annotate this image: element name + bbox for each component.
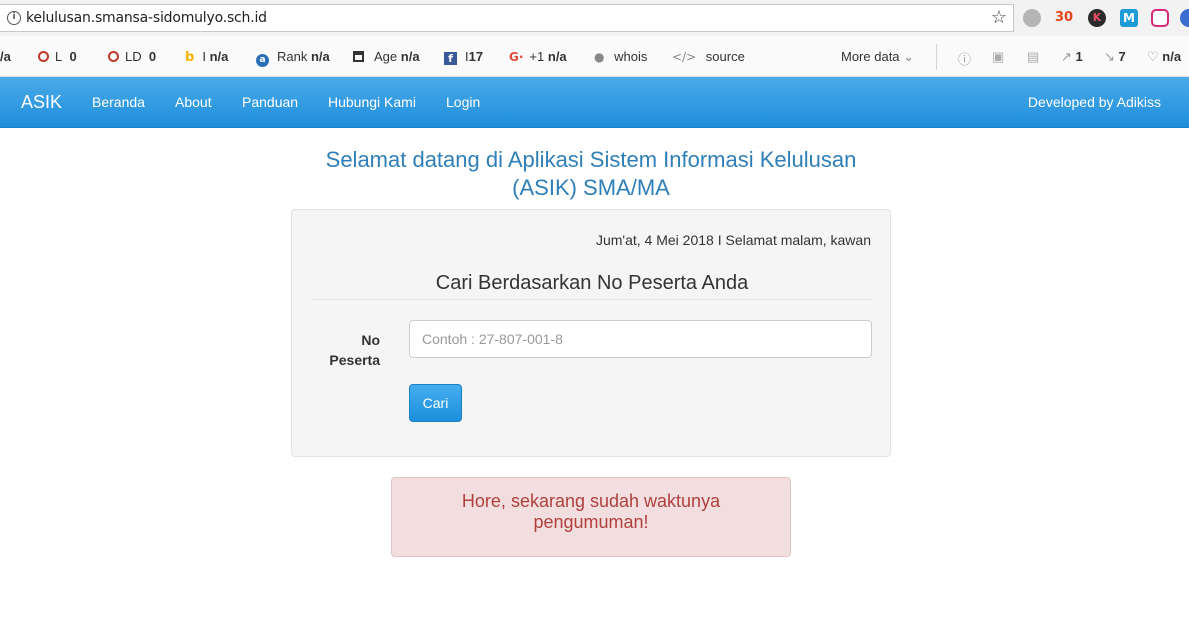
- nav-hubungi-kami[interactable]: Hubungi Kami: [328, 94, 416, 110]
- seo-item-google-plus[interactable]: G· +1 n/a: [509, 49, 567, 64]
- more-data-dropdown[interactable]: More data ⌄: [841, 49, 914, 65]
- app-navbar: ASIK Beranda About Panduan Hubungi Kami …: [0, 77, 1189, 128]
- google-plus-icon: G·: [509, 50, 524, 64]
- seo-item-linking-domains[interactable]: LD 0: [108, 49, 156, 64]
- page-icon[interactable]: ▤: [1027, 49, 1039, 65]
- facebook-icon: f: [444, 52, 457, 65]
- code-icon: </>: [672, 50, 697, 64]
- date-greeting: Jum'at, 4 Mei 2018 I Selamat malam, kawa…: [595, 232, 871, 248]
- seo-item-alexa-rank[interactable]: a Rank n/a: [256, 49, 330, 67]
- nav-panduan[interactable]: Panduan: [242, 94, 298, 110]
- search-panel: Jum'at, 4 Mei 2018 I Selamat malam, kawa…: [291, 209, 891, 457]
- heartbeat-icon: ♡: [1147, 49, 1159, 64]
- internal-link-icon: ↘: [1104, 49, 1115, 64]
- url-text[interactable]: kelulusan.smansa-sidomulyo.sch.id: [26, 10, 267, 26]
- chrome-icon[interactable]: [1180, 9, 1189, 27]
- heartbeat-count[interactable]: ♡ n/a: [1147, 49, 1181, 65]
- seo-30-icon[interactable]: 30: [1055, 9, 1073, 27]
- url-field[interactable]: i kelulusan.smansa-sidomulyo.sch.id ☆: [0, 4, 1014, 32]
- seo-item-facebook[interactable]: f I17: [444, 49, 483, 65]
- developer-credit: Developed by Adikiss: [1027, 94, 1161, 110]
- chevron-down-icon: ⌄: [903, 49, 915, 64]
- external-links-count[interactable]: ↗ 1: [1061, 49, 1083, 65]
- bookmark-star-icon[interactable]: ☆: [991, 7, 1007, 28]
- nav-beranda[interactable]: Beranda: [92, 94, 145, 110]
- monitor-icon[interactable]: ▣: [992, 49, 1004, 65]
- k-icon[interactable]: K: [1088, 9, 1106, 27]
- bing-icon: b: [185, 50, 195, 65]
- instagram-icon[interactable]: [1151, 9, 1169, 27]
- cari-button[interactable]: Cari: [409, 384, 462, 422]
- seo-item-source[interactable]: </> source: [672, 49, 745, 64]
- info-icon[interactable]: i: [7, 11, 21, 25]
- seo-item-age[interactable]: Age n/a: [353, 49, 420, 64]
- alexa-icon: a: [256, 54, 269, 67]
- nav-login[interactable]: Login: [446, 94, 480, 110]
- panel-heading: Cari Berdasarkan No Peserta Anda: [435, 272, 749, 294]
- seo-item-bing-index[interactable]: bI n/a: [185, 49, 228, 65]
- seo-item-links[interactable]: L 0: [38, 49, 77, 64]
- announcement-alert: Hore, sekarang sudah waktunya pengumuman…: [391, 477, 791, 557]
- nav-about[interactable]: About: [175, 94, 212, 110]
- no-peserta-input[interactable]: [409, 320, 872, 358]
- links-icon: [38, 51, 49, 62]
- seo-item-whois[interactable]: ● whois: [594, 49, 647, 64]
- no-peserta-label: No Peserta: [329, 332, 380, 368]
- calendar-icon: [353, 51, 364, 62]
- seo-item-partial[interactable]: /a: [0, 49, 11, 64]
- internal-links-count[interactable]: ↘ 7: [1104, 49, 1126, 65]
- info-tool-icon[interactable]: ⓘ: [958, 49, 971, 68]
- toolbar-divider: [936, 44, 937, 70]
- seo-toolbar: /a L 0 LD 0 bI n/a a Rank n/a Age n/a f I1…: [0, 36, 1189, 77]
- page-title: Selamat datang di Aplikasi Sistem Inform…: [325, 147, 857, 200]
- browser-address-bar: i kelulusan.smansa-sidomulyo.sch.id ☆ 30…: [0, 0, 1189, 36]
- brand-logo[interactable]: ASIK: [21, 92, 62, 113]
- linking-domains-icon: [108, 51, 119, 62]
- external-link-icon: ↗: [1061, 49, 1072, 64]
- dice-icon[interactable]: [1023, 9, 1041, 27]
- panel-divider: [312, 299, 872, 300]
- m-icon[interactable]: M: [1120, 9, 1138, 27]
- user-icon: ●: [594, 50, 605, 64]
